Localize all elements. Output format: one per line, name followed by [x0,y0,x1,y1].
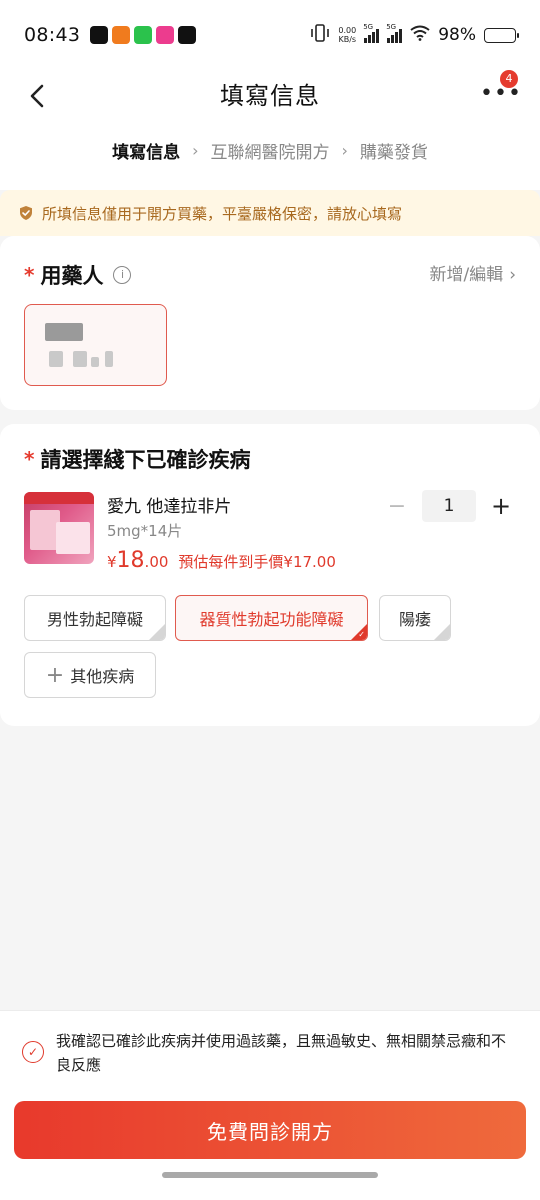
disease-title: 請選擇綫下已確診疾病 [40,448,251,472]
tag-corner [149,624,165,640]
patient-card-selected[interactable] [24,304,167,386]
redacted-info [105,351,113,367]
quantity-stepper: − 1 + [384,490,514,522]
product-price: ¥ 18 .00 預估每件到手價¥17.00 [107,548,336,573]
tag-label: 器質性勃起功能障礙 [199,610,344,629]
notification-badge: 4 [500,70,518,88]
notice-text: 所填信息僅用于開方買藥，平臺嚴格保密，請放心填寫 [42,204,403,223]
product-spec: 5mg*14片 [107,522,183,540]
home-indicator [162,1172,378,1178]
disease-section: * 請選擇綫下已確診疾病 愛九 他達拉非片 5mg*14片 ¥ 18 .00 預… [0,424,540,726]
tag-label: 陽痿 [398,610,431,629]
patient-section: * 用藥人 i 新增/編輯 › [0,236,540,410]
redacted-info [73,351,87,367]
signal-icon-2: 5G [386,23,403,43]
chevron-right-icon: › [341,141,348,160]
more-button[interactable]: ••• 4 [480,70,521,105]
tag-label: 男性勃起障礙 [46,610,143,629]
redacted-name [45,323,83,341]
add-edit-label: 新增/編輯 [429,265,504,285]
price-currency: ¥ [107,553,117,571]
estimated-price: 預估每件到手價¥17.00 [178,553,336,571]
pink-app-icon [156,26,175,44]
price-integer: 18 [116,548,145,573]
redacted-info [91,357,99,367]
check-icon: ✓ [27,1045,39,1059]
price-decimal: .00 [144,553,169,571]
required-mark: * [24,447,35,471]
signal-icon: 5G [363,23,380,43]
vibrate-icon [310,24,330,46]
chevron-right-icon: › [509,265,516,285]
step-fill-info: 填寫信息 [112,143,181,163]
plus-icon: + [45,662,65,688]
product-image [24,492,94,564]
notification-icons [90,26,197,44]
product-name: 愛九 他達拉非片 [107,497,232,517]
add-edit-patient-link[interactable]: 新增/編輯 › [429,260,516,285]
patient-section-title: * 用藥人 i [24,260,132,290]
step-prescription: 互聯網醫院開方 [210,143,330,163]
disease-tag-impotence[interactable]: 陽痿 [379,595,451,641]
shield-check-icon [20,206,32,220]
increase-button[interactable]: + [488,492,514,520]
check-icon: ✓ [358,630,365,639]
net-speed-value: 0.00 [338,26,357,35]
wechat-app-icon [134,26,153,44]
net-speed: 0.00 KB/s [338,26,356,44]
status-bar: 08:43 0.00 KB/s 5G 5G 98% [0,0,540,70]
consent-checkbox[interactable]: ✓ [22,1041,44,1063]
nav-bar: 填寫信息 ••• 4 填寫信息 › 互聯網醫院開方 › 購藥發貨 [0,70,540,190]
progress-steps: 填寫信息 › 互聯網醫院開方 › 購藥發貨 [0,138,540,163]
disease-tag-other[interactable]: + 其他疾病 [24,652,156,698]
signal-label: 5G [363,23,374,31]
page-title: 填寫信息 [220,82,320,110]
tiktok-app-icon [90,26,109,44]
signal-label-2: 5G [386,23,397,31]
status-time: 08:43 [24,24,81,46]
tiktok-lite-app-icon [178,26,197,44]
status-right: 0.00 KB/s 5G 5G 98% [310,23,519,46]
tag-label: 其他疾病 [70,667,135,686]
info-icon[interactable]: i [113,266,132,284]
net-speed-unit: KB/s [338,35,357,44]
privacy-notice: 所填信息僅用于開方買藥，平臺嚴格保密，請放心填寫 [0,190,540,236]
consent-text: 我確認已確診此疾病并使用過該藥，且無過敏史、無相關禁忌癥和不良反應 [56,1032,507,1074]
step-delivery: 購藥發貨 [359,143,428,163]
shopping-app-icon [112,26,131,44]
disease-section-title: * 請選擇綫下已確診疾病 [24,444,250,474]
tag-corner [434,624,450,640]
redacted-info [49,351,63,367]
chevron-right-icon: › [192,141,199,160]
disease-tag-organic-ed[interactable]: 器質性勃起功能障礙 ✓ [175,595,368,641]
wifi-icon [410,25,430,45]
battery-icon [484,27,519,43]
disease-tag-male-ed[interactable]: 男性勃起障礙 [24,595,166,641]
decrease-button[interactable]: − [384,494,410,519]
required-mark: * [24,263,35,287]
free-consultation-button[interactable]: 免費問診開方 [14,1101,526,1159]
quantity-value[interactable]: 1 [422,490,476,522]
patient-title: 用藥人 [40,264,104,288]
battery-percent: 98% [438,25,476,45]
